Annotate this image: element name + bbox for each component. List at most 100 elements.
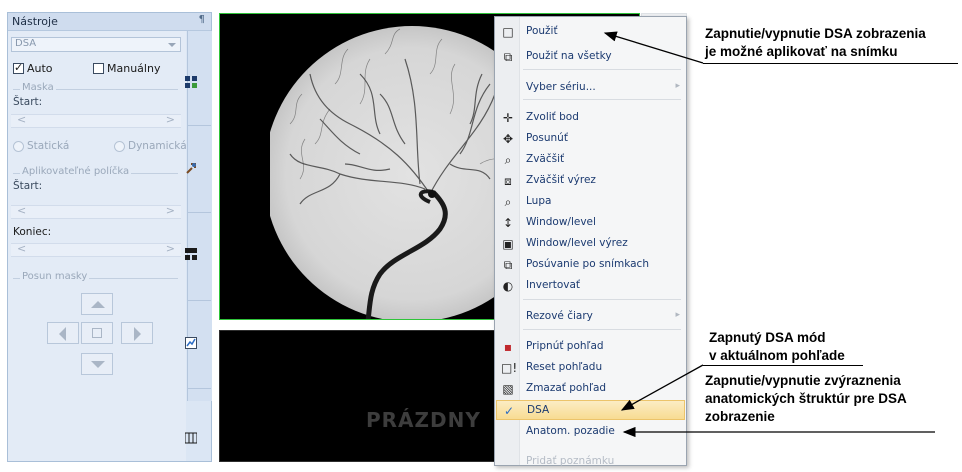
layout-split-icon[interactable] — [185, 248, 197, 260]
menu-item[interactable]: Vyber sériu... ▸ — [496, 78, 685, 98]
static-label: Statická — [27, 140, 70, 152]
shift-right-button[interactable] — [121, 322, 153, 344]
annotation-dsa-mode-line1: Zapnutý DSA mód — [709, 330, 826, 345]
delete-view-icon: ▧ — [502, 382, 514, 396]
series-select[interactable]: DSA — [11, 37, 181, 52]
layout-grid-icon[interactable] — [185, 76, 197, 88]
menu-item-label: Vyber sériu... — [526, 81, 596, 93]
arrow-down-icon — [91, 361, 105, 368]
check-icon: ✓ — [503, 404, 515, 418]
scroll-left-icon[interactable]: < — [17, 113, 26, 126]
tools-panel-header: Nástroje ¶ — [8, 13, 211, 31]
annotation-anat-line2: anatomických štruktúr pre DSA — [705, 391, 907, 406]
manual-label: Manuálny — [107, 62, 161, 75]
menu-item[interactable]: ✛ Zvoliť bod — [496, 108, 685, 128]
annotation-dsa-toggle-line2: je možné aplikovať na snímku — [705, 44, 898, 59]
manual-checkbox[interactable]: Manuálny — [93, 62, 160, 75]
shift-left-button[interactable] — [47, 322, 79, 344]
shift-down-button[interactable] — [81, 353, 113, 375]
annotation-anat-line3: zobrazenie — [705, 409, 775, 424]
menu-item-label: Použiť na všetky — [526, 50, 612, 62]
annotation-anat-line1: Zapnutie/vypnutie zvýraznenia — [705, 373, 901, 388]
menu-item[interactable]: □ Použiť — [496, 22, 685, 42]
menu-item[interactable]: ⧈ Zväčšiť výrez — [496, 171, 685, 191]
scroll-right-icon[interactable]: > — [166, 113, 175, 126]
menu-item[interactable]: ✓ DSA — [496, 400, 685, 420]
apply-icon: □ — [502, 25, 514, 39]
pin-icon[interactable]: ¶ — [199, 14, 205, 25]
scroll-left-icon[interactable]: < — [17, 204, 26, 217]
annotation-underline — [703, 365, 863, 366]
scroll-right-icon[interactable]: > — [166, 204, 175, 217]
annotation-dsa-mode-line2: v aktuálnom pohľade — [709, 348, 845, 363]
menu-item[interactable]: ↕ Window/level — [496, 213, 685, 233]
menu-item[interactable]: Rezové čiary ▸ — [496, 307, 685, 327]
menu-item[interactable]: □! Reset pohľadu — [496, 358, 685, 378]
film-frames-icon[interactable] — [185, 432, 197, 444]
frames-end-label: Koniec: — [13, 226, 52, 238]
menu-item[interactable]: Anatom. pozadie — [496, 422, 685, 442]
menu-item-label: Invertovať — [526, 279, 581, 291]
menu-item-label: Zvoliť bod — [526, 111, 579, 123]
invert-icon: ◐ — [502, 279, 514, 293]
strip-divider — [187, 212, 211, 213]
dynamic-radio[interactable]: Dynamická — [114, 140, 187, 152]
menu-item[interactable]: ▧ Zmazať pohľad — [496, 379, 685, 399]
strip-divider — [187, 125, 211, 126]
tools-wrench-icon[interactable] — [185, 162, 197, 174]
menu-item-label: Použiť — [526, 25, 558, 37]
static-radio[interactable]: Statická — [13, 140, 69, 152]
menu-item-label: Anatom. pozadie — [526, 425, 615, 437]
menu-item-label: Posúvanie po snímkach — [526, 258, 649, 270]
shift-reset-button[interactable] — [81, 322, 113, 344]
strip-divider — [187, 388, 211, 389]
zoom-region-icon: ⧈ — [504, 174, 512, 188]
report-chart-icon[interactable] — [185, 337, 197, 349]
menu-item-label: Pripnúť pohľad — [526, 340, 604, 352]
frames-end-slider[interactable]: < > — [11, 242, 181, 257]
mask-start-slider[interactable]: < > — [11, 113, 181, 128]
menu-item-label: Zväčšiť — [526, 153, 565, 165]
reset-icon: □! — [501, 361, 518, 375]
menu-separator — [523, 329, 681, 330]
arrow-up-icon — [91, 301, 105, 308]
menu-separator — [523, 69, 681, 70]
scroll-left-icon[interactable]: < — [17, 242, 26, 255]
pin-icon: ▪ — [503, 340, 513, 354]
menu-item[interactable]: ⌕ Lupa — [496, 192, 685, 212]
mask-group-label: Maska — [20, 82, 56, 93]
pan-icon: ✥ — [502, 132, 514, 146]
menu-item-label: Posunúť — [526, 132, 568, 144]
arrow-right-icon — [134, 327, 141, 341]
mask-start-label: Štart: — [13, 96, 43, 108]
menu-item[interactable]: ⧉ Použiť na všetky — [496, 47, 685, 67]
menu-item[interactable]: ▣ Window/level výrez — [496, 234, 685, 254]
strip-divider — [187, 300, 211, 301]
menu-separator — [523, 99, 681, 100]
menu-item-label: Lupa — [526, 195, 552, 207]
auto-checkbox[interactable]: Auto — [13, 61, 53, 75]
chevron-down-icon — [168, 43, 176, 47]
menu-item-label: DSA — [527, 404, 550, 416]
menu-item-label: Reset pohľadu — [526, 361, 603, 373]
magnifier-icon: ⌕ — [504, 195, 512, 209]
shift-up-button[interactable] — [81, 293, 113, 315]
select-point-icon: ✛ — [502, 111, 514, 125]
arrow-left-icon — [59, 327, 66, 341]
frames-group-label: Aplikovateľné políčka — [20, 166, 132, 177]
checkbox-icon — [13, 61, 24, 74]
menu-item[interactable]: ◐ Invertovať — [496, 276, 685, 296]
frames-start-slider[interactable]: < > — [11, 204, 181, 219]
submenu-arrow-icon: ▸ — [675, 81, 680, 91]
context-menu: □ Použiť ⧉ Použiť na všetky Vyber sériu... ▸ ✛… — [494, 16, 687, 467]
square-icon — [92, 328, 102, 338]
menu-item[interactable]: ▪ Pripnúť pohľad — [496, 337, 685, 357]
frame-scroll-icon: ⧉ — [503, 258, 513, 272]
menu-item[interactable]: ⌕ Zväčšiť — [496, 150, 685, 170]
menu-item[interactable]: ✥ Posunúť — [496, 129, 685, 149]
scroll-right-icon[interactable]: > — [166, 242, 175, 255]
menu-item[interactable]: Pridať poznámku — [496, 452, 685, 472]
menu-separator — [523, 299, 681, 300]
window-level-region-icon: ▣ — [502, 237, 514, 251]
menu-item[interactable]: ⧉ Posúvanie po snímkach — [496, 255, 685, 275]
